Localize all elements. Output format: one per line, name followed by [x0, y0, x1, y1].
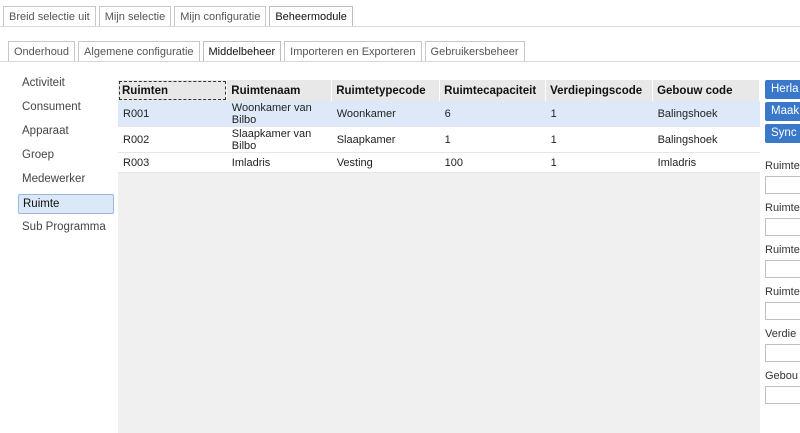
sidebar-item-apparaat[interactable]: Apparaat — [18, 122, 114, 142]
table-cell: 1 — [439, 126, 546, 153]
table-cell: Woonkamer — [331, 101, 440, 127]
table-cell: R002 — [118, 126, 227, 153]
table-cell: Slaapkamer — [331, 126, 440, 153]
rooms-table: Ruimten Ruimtenaam Ruimtetypecode Ruimte… — [118, 80, 760, 173]
table-cell: 1 — [545, 101, 653, 127]
tab-importeren-exporteren[interactable]: Importeren en Exporteren — [284, 41, 422, 61]
tab-middelbeheer[interactable]: Middelbeheer — [202, 41, 282, 61]
table-header-row: Ruimten Ruimtenaam Ruimtetypecode Ruimte… — [118, 80, 760, 101]
verdieping-input[interactable] — [765, 344, 800, 362]
sidebar: Activiteit Consument Apparaat Groep Mede… — [18, 74, 114, 242]
table-cell: 1 — [545, 152, 653, 173]
table-cell: Slaapkamer van Bilbo — [226, 126, 332, 153]
tab-gebruikersbeheer[interactable]: Gebruikersbeheer — [424, 41, 525, 61]
table-cell: Vesting — [331, 152, 440, 173]
table-row[interactable]: R002 Slaapkamer van Bilbo Slaapkamer 1 1… — [118, 126, 760, 153]
field-label-ruimte-4: Ruimte — [765, 286, 800, 298]
tab-mijn-configuratie[interactable]: Mijn configuratie — [174, 6, 267, 26]
sidebar-item-sub-programma[interactable]: Sub Programma — [18, 218, 114, 238]
top-tab-divider — [0, 26, 800, 27]
field-label-ruimte-1: Ruimte — [765, 160, 800, 172]
field-label-ruimte-3: Ruimte — [765, 244, 800, 256]
data-grid-area: Ruimten Ruimtenaam Ruimtetypecode Ruimte… — [118, 80, 760, 433]
column-header-gebouw-code[interactable]: Gebouw code — [652, 80, 760, 101]
tab-onderhoud[interactable]: Onderhoud — [8, 41, 76, 61]
ruimte-input-3[interactable] — [765, 260, 800, 278]
ruimte-input-1[interactable] — [765, 176, 800, 194]
table-cell: R003 — [118, 152, 227, 173]
table-cell: Balingshoek — [652, 126, 760, 153]
sidebar-item-consument[interactable]: Consument — [18, 98, 114, 118]
column-header-verdiepingscode[interactable]: Verdiepingscode — [545, 80, 654, 101]
sidebar-item-groep[interactable]: Groep — [18, 146, 114, 166]
sync-button[interactable]: Sync — [765, 124, 800, 143]
field-label-verdieping: Verdie — [765, 328, 797, 340]
column-header-ruimtenaam[interactable]: Ruimtenaam — [226, 80, 333, 101]
column-header-ruimten[interactable]: Ruimten — [118, 80, 228, 101]
table-cell: 1 — [545, 126, 653, 153]
edit-panel: Herla Maak Sync Ruimte Ruimte Ruimte Rui… — [765, 80, 800, 412]
column-header-ruimtecapaciteit[interactable]: Ruimtecapaciteit — [439, 80, 547, 101]
reload-button[interactable]: Herla — [765, 80, 800, 99]
sub-tab-divider — [0, 61, 800, 62]
table-row[interactable]: R001 Woonkamer van Bilbo Woonkamer 6 1 B… — [118, 101, 760, 127]
table-cell: Imladris — [652, 152, 760, 173]
create-button[interactable]: Maak — [765, 102, 800, 121]
table-cell: Imladris — [226, 152, 332, 173]
table-cell: 6 — [439, 101, 546, 127]
tab-beheermodule[interactable]: Beheermodule — [269, 6, 353, 26]
gebouw-input[interactable] — [765, 386, 800, 404]
table-cell: Woonkamer van Bilbo — [226, 101, 332, 127]
table-cell: R001 — [118, 101, 227, 127]
column-header-ruimtetypecode[interactable]: Ruimtetypecode — [331, 80, 441, 101]
tab-algemene-configuratie[interactable]: Algemene configuratie — [78, 41, 200, 61]
top-tab-bar: Breid selectie uit Mijn selectie Mijn co… — [3, 4, 356, 26]
table-row[interactable]: R003 Imladris Vesting 100 1 Imladris — [118, 152, 760, 173]
field-label-ruimte-2: Ruimte — [765, 202, 800, 214]
tab-mijn-selectie[interactable]: Mijn selectie — [98, 6, 172, 26]
sidebar-item-activiteit[interactable]: Activiteit — [18, 74, 114, 94]
tab-breid-selectie-uit[interactable]: Breid selectie uit — [3, 6, 96, 26]
sub-tab-bar: Onderhoud Algemene configuratie Middelbe… — [8, 40, 528, 61]
table-cell: Balingshoek — [652, 101, 760, 127]
ruimte-input-4[interactable] — [765, 302, 800, 320]
field-label-gebouw: Gebou — [765, 370, 799, 382]
sidebar-item-medewerker[interactable]: Medewerker — [18, 170, 114, 190]
ruimte-input-2[interactable] — [765, 218, 800, 236]
sidebar-item-ruimte[interactable]: Ruimte — [18, 194, 114, 214]
table-cell: 100 — [439, 152, 546, 173]
